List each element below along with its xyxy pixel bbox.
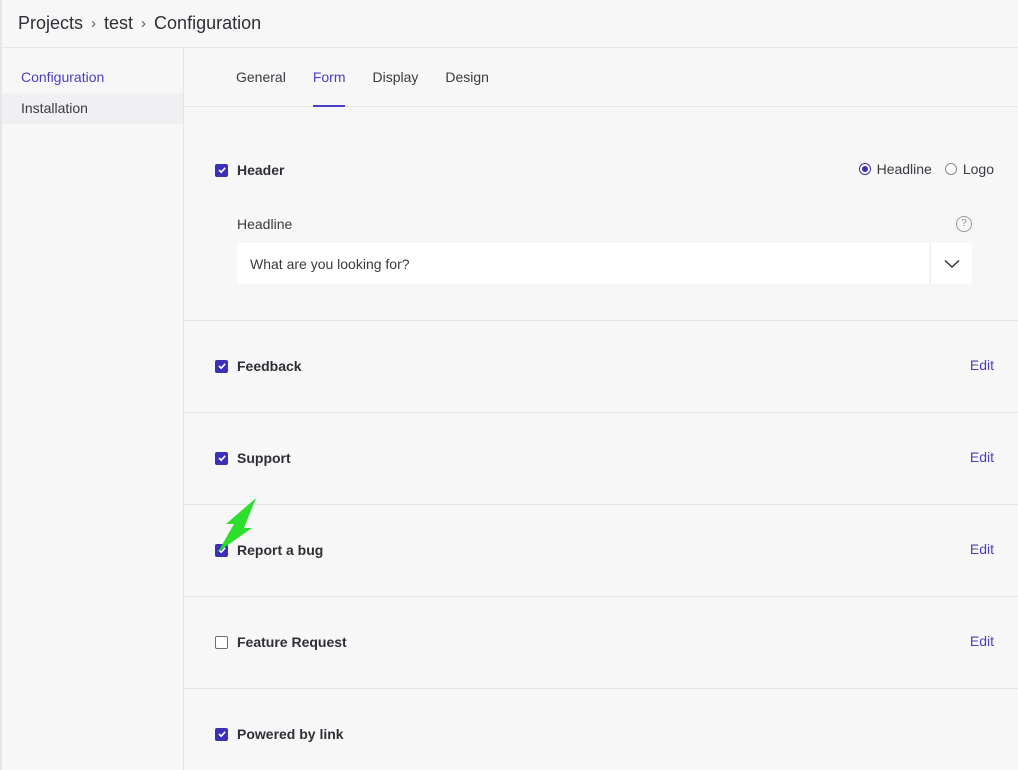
header-label: Header <box>237 162 285 178</box>
logo-radio[interactable] <box>944 163 957 175</box>
sidebar-item-configuration[interactable]: Configuration <box>2 62 183 93</box>
headline-radio-label: Headline <box>876 161 932 177</box>
support-section <box>184 413 1018 505</box>
feature-request-checkbox[interactable] <box>215 635 228 649</box>
powered-by-toggle: Powered by link <box>215 726 344 742</box>
headline-field-label: Headline <box>237 216 293 232</box>
breadcrumb-test[interactable]: test <box>104 13 133 34</box>
support-toggle: Support <box>215 450 291 466</box>
main-content: General Form Display Design Header Headl… <box>184 48 1018 770</box>
logo-radio-label: Logo <box>962 161 994 177</box>
help-icon[interactable]: ? <box>956 216 972 232</box>
feedback-edit-link[interactable]: Edit <box>970 357 994 373</box>
feedback-section <box>184 321 1018 413</box>
headline-radio[interactable] <box>858 163 871 175</box>
powered-by-label: Powered by link <box>237 726 344 742</box>
pointer-arrow-icon <box>218 498 256 552</box>
feedback-label: Feedback <box>237 358 302 374</box>
tab-bar: General Form Display Design <box>184 48 1018 107</box>
sidebar-item-installation[interactable]: Installation <box>2 93 183 124</box>
feature-request-edit-link[interactable]: Edit <box>970 633 994 649</box>
headline-select[interactable]: What are you looking for? <box>237 243 972 284</box>
report-bug-edit-link[interactable]: Edit <box>970 541 994 557</box>
header-section <box>184 108 1018 321</box>
powered-by-checkbox[interactable] <box>215 727 228 741</box>
breadcrumb-configuration: Configuration <box>154 13 262 33</box>
feature-request-label: Feature Request <box>237 634 347 650</box>
tab-display[interactable]: Display <box>372 48 418 107</box>
support-label: Support <box>237 450 291 466</box>
chevron-down-icon[interactable] <box>929 243 972 284</box>
chevron-right-icon: › <box>91 15 97 32</box>
tab-design[interactable]: Design <box>445 48 489 107</box>
chevron-right-icon: › <box>141 15 147 32</box>
breadcrumb-projects[interactable]: Projects <box>18 13 83 34</box>
header-type-radio-group: Headline Logo <box>858 161 994 177</box>
sidebar: Configuration Installation <box>0 48 184 770</box>
tab-general[interactable]: General <box>236 48 286 107</box>
support-edit-link[interactable]: Edit <box>970 449 994 465</box>
feedback-toggle: Feedback <box>215 358 302 374</box>
tab-form[interactable]: Form <box>312 48 345 107</box>
support-checkbox[interactable] <box>215 451 228 465</box>
feature-request-toggle: Feature Request <box>215 634 347 650</box>
header-toggle: Header <box>215 162 284 178</box>
headline-select-value: What are you looking for? <box>250 255 410 272</box>
header-checkbox[interactable] <box>215 163 228 177</box>
feedback-checkbox[interactable] <box>215 359 228 373</box>
breadcrumb: Projects › test › Configuration <box>0 0 1018 48</box>
